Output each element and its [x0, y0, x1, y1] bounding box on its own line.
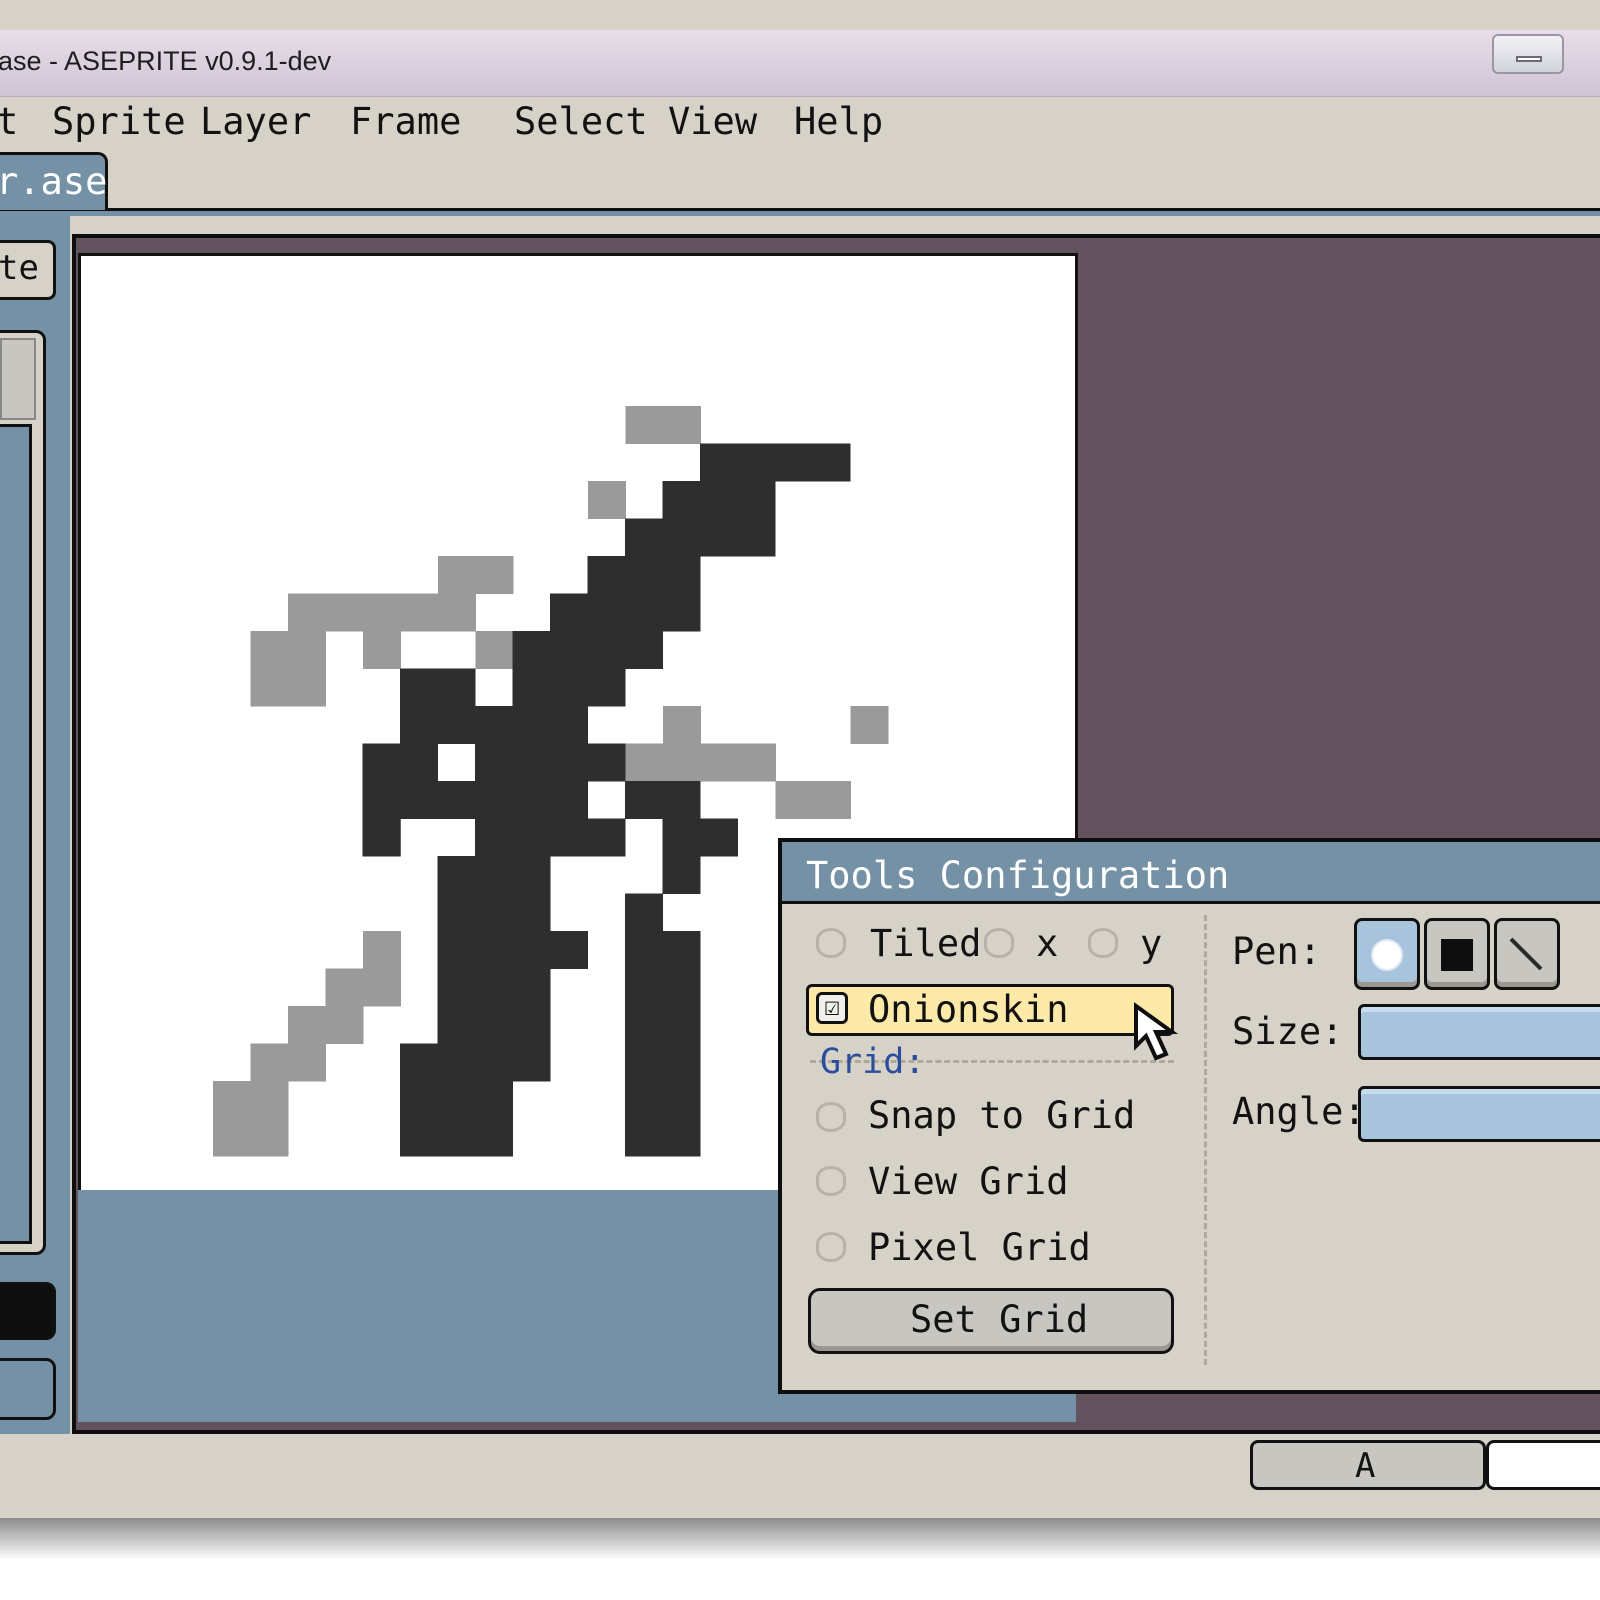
dialog-title: Tools Configuration: [806, 854, 1230, 897]
menu-view[interactable]: View: [668, 100, 757, 143]
round-pen-button[interactable]: [1354, 918, 1420, 990]
menu-select[interactable]: Select: [514, 100, 648, 143]
round-pen-icon: [1371, 939, 1403, 971]
minimize-icon: [1516, 56, 1542, 62]
menu-sprite[interactable]: Sprite: [52, 100, 186, 143]
tiled-checkbox[interactable]: [816, 928, 846, 958]
set-grid-label: Set Grid: [910, 1298, 1089, 1341]
status-field[interactable]: [1486, 1440, 1600, 1490]
file-tab-label: r.ase: [0, 160, 108, 203]
window-shadow: [0, 1518, 1600, 1560]
pen-label: Pen:: [1232, 930, 1322, 973]
tab-strip-line: [0, 208, 1600, 216]
menu-help[interactable]: Help: [794, 100, 883, 143]
mouse-cursor-icon: [1134, 1002, 1179, 1061]
menu-frame[interactable]: Frame: [350, 100, 461, 143]
size-slider[interactable]: [1358, 1004, 1600, 1060]
tiled-x-label: x: [1036, 922, 1059, 965]
tiled-y-label: y: [1140, 922, 1163, 965]
square-pen-icon: [1441, 939, 1473, 971]
tiled-y-checkbox[interactable]: [1088, 928, 1118, 958]
line-pen-icon: [1509, 937, 1543, 971]
palette-button-label: te: [0, 248, 39, 288]
minimize-button[interactable]: [1492, 34, 1564, 74]
pixel-grid-label: Pixel Grid: [868, 1226, 1091, 1269]
snap-to-grid-label: Snap to Grid: [868, 1094, 1136, 1137]
angle-label: Angle:: [1232, 1090, 1366, 1133]
size-label: Size:: [1232, 1010, 1344, 1053]
tiled-x-checkbox[interactable]: [984, 928, 1014, 958]
onionskin-label: Onionskin: [868, 988, 1069, 1031]
line-pen-button[interactable]: [1494, 918, 1560, 990]
palette-scroll-thumb[interactable]: [0, 338, 36, 420]
pixel-grid-checkbox[interactable]: [816, 1232, 846, 1262]
menu-edit[interactable]: t: [0, 100, 18, 143]
onionskin-checkbox[interactable]: ☑: [816, 992, 848, 1024]
square-pen-button[interactable]: [1424, 918, 1490, 990]
background-color-swatch[interactable]: [0, 1358, 56, 1420]
tiled-label: Tiled: [870, 922, 982, 965]
menu-layer[interactable]: Layer: [200, 100, 311, 143]
dialog-column-separator: [1204, 915, 1207, 1365]
angle-slider[interactable]: [1358, 1086, 1600, 1142]
foreground-color-swatch[interactable]: [0, 1282, 56, 1340]
palette-list[interactable]: [0, 424, 32, 1244]
window-title: ase - ASEPRITE v0.9.1-dev: [0, 46, 332, 76]
snap-to-grid-checkbox[interactable]: [816, 1102, 846, 1132]
view-grid-checkbox[interactable]: [816, 1166, 846, 1196]
layer-a-label: A: [1355, 1446, 1376, 1486]
view-grid-label: View Grid: [868, 1160, 1069, 1203]
grid-section-label: Grid:: [820, 1042, 926, 1082]
